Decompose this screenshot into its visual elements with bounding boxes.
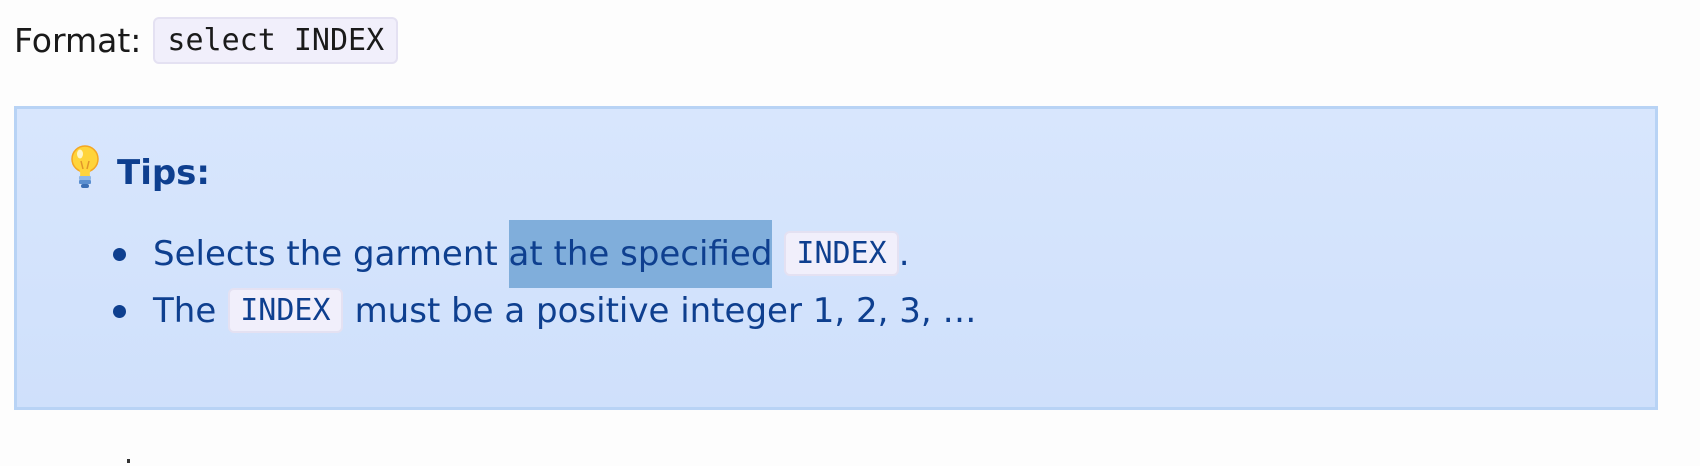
format-code: select INDEX [153,16,399,64]
page: Format: select INDEX Tips: Selects the g… [0,0,1700,466]
cursor-mark [127,459,130,463]
tips-list: Selects the garment at the specified IND… [101,219,976,339]
bullet-icon [113,247,126,261]
tips-callout: Tips: Selects the garment at the specifi… [14,106,1658,410]
index-code: INDEX [784,231,899,276]
tips-title: Tips: [117,152,211,193]
tip-text-start: Selects the garment [153,233,509,274]
tip-text-end: must be a positive integer 1, 2, 3, … [354,290,977,331]
tip-text-end: . [898,233,910,274]
selected-text[interactable]: at the specified [508,219,773,288]
tip-text-start: The [153,290,217,331]
bullet-icon [113,304,126,318]
light-bulb-icon [69,145,117,200]
format-line: Format: select INDEX [14,14,399,66]
tips-heading: Tips: [69,145,210,200]
format-label: Format: [14,20,142,60]
tip-item-index: The INDEX must be a positive integer 1, … [101,282,976,339]
tip-text: Selects the garment at the specified [153,219,773,288]
tip-item-select: Selects the garment at the specified IND… [101,219,976,288]
index-code: INDEX [228,288,343,333]
